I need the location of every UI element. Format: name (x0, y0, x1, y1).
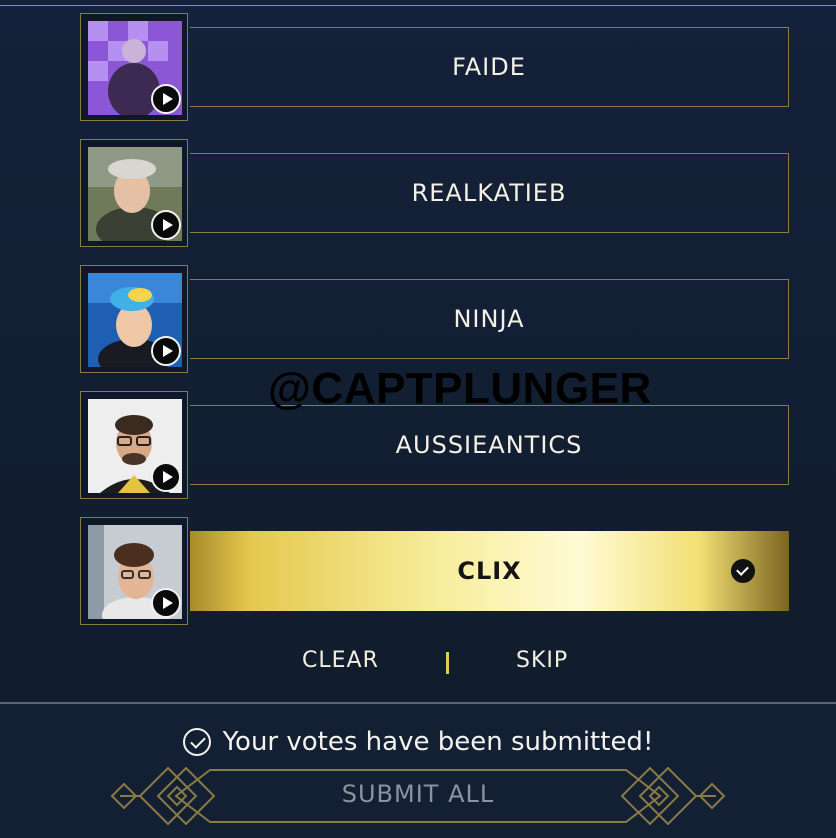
status-message: Your votes have been submitted! (222, 727, 654, 757)
submission-status: Your votes have been submitted! (0, 722, 836, 762)
candidate-name-button[interactable]: REALKATIEB (190, 153, 789, 233)
play-icon[interactable] (151, 462, 181, 492)
candidate-name: CLIX (457, 557, 522, 585)
check-circle-icon (182, 728, 211, 756)
candidate-row-faide: FAIDE (80, 13, 790, 123)
candidate-list-panel: FAIDE REALKATIEB NINJA AUSSIEANTICS CLIX… (0, 0, 836, 702)
candidate-name: FAIDE (452, 53, 526, 81)
candidate-name-button[interactable]: FAIDE (190, 27, 789, 107)
candidate-row-realkatieb: REALKATIEB (80, 139, 790, 249)
section-divider (0, 702, 836, 704)
top-divider (0, 5, 836, 6)
candidate-thumbnail[interactable] (80, 517, 188, 625)
candidate-thumbnail[interactable] (80, 265, 188, 373)
checkmark-icon (731, 559, 755, 583)
action-separator (446, 652, 449, 674)
candidate-name: NINJA (453, 305, 525, 333)
candidate-thumbnail[interactable] (80, 391, 188, 499)
play-icon[interactable] (151, 84, 181, 114)
vote-actions: CLEAR SKIP (0, 644, 836, 680)
clear-button[interactable]: CLEAR (302, 648, 379, 673)
candidate-row-clix: CLIX (80, 517, 790, 627)
skip-button[interactable]: SKIP (516, 648, 568, 673)
candidate-name-button[interactable]: NINJA (190, 279, 789, 359)
candidate-name: REALKATIEB (411, 179, 567, 207)
play-icon[interactable] (151, 336, 181, 366)
candidate-name: AUSSIEANTICS (395, 431, 583, 459)
candidate-thumbnail[interactable] (80, 139, 188, 247)
submit-all-label: SUBMIT ALL (341, 780, 495, 808)
candidate-name-button-selected[interactable]: CLIX (190, 531, 789, 611)
candidate-row-aussieantics: AUSSIEANTICS (80, 391, 790, 501)
candidate-name-button[interactable]: AUSSIEANTICS (190, 405, 789, 485)
play-icon[interactable] (151, 210, 181, 240)
play-icon[interactable] (151, 588, 181, 618)
candidate-row-ninja: NINJA (80, 265, 790, 375)
candidate-thumbnail[interactable] (80, 13, 188, 121)
submit-all-button[interactable]: SUBMIT ALL (0, 766, 836, 838)
